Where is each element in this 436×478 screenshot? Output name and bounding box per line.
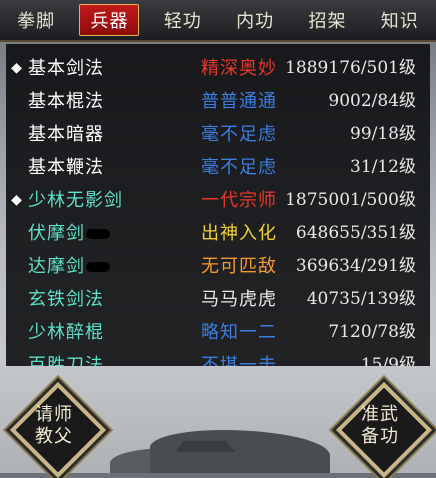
skill-row[interactable]: 少林醉棍 略知一二 7120/78级 xyxy=(6,316,430,349)
skill-level: 369634/291级 xyxy=(295,256,416,276)
skill-name: 少林无影剑 xyxy=(28,190,123,211)
skill-row[interactable]: 百胜刀法 不堪一击 15/9级 xyxy=(6,349,430,366)
skill-level: 15/9级 xyxy=(360,355,416,366)
prepare-skill-line2: 备功 xyxy=(361,426,399,447)
redacted-mark xyxy=(86,229,110,239)
tab-lightness[interactable]: 轻功 xyxy=(154,5,212,35)
skill-level: 1889176/501级 xyxy=(285,58,416,78)
skill-name: 百胜刀法 xyxy=(28,355,104,366)
skill-rank: 无可匹敌 xyxy=(201,256,277,277)
skill-row[interactable]: ◆ 基本剑法 精深奥妙 1889176/501级 xyxy=(6,52,430,85)
skill-row[interactable]: 基本鞭法 毫不足虑 31/12级 xyxy=(6,151,430,184)
tab-fist[interactable]: 拳脚 xyxy=(7,5,65,35)
skill-row[interactable]: 玄铁剑法 马马虎虎 40735/139级 xyxy=(6,283,430,316)
ask-master-line2: 教父 xyxy=(35,426,73,447)
skill-name: 基本暗器 xyxy=(28,124,104,145)
redacted-mark xyxy=(86,262,110,272)
tab-knowledge[interactable]: 知识 xyxy=(371,5,429,35)
skill-row[interactable]: 基本暗器 毫不足虑 99/18级 xyxy=(6,118,430,151)
skill-rank: 出神入化 xyxy=(201,223,277,244)
prepare-skill-button[interactable]: 准武 备功 xyxy=(335,381,433,478)
ask-master-button[interactable]: 请师 教父 xyxy=(9,381,107,478)
skill-name: 伏摩剑 xyxy=(28,223,85,244)
skill-row[interactable]: 基本棍法 普普通通 9002/84级 xyxy=(6,85,430,118)
skill-name: 基本剑法 xyxy=(28,58,104,79)
skill-row[interactable]: 伏摩剑 出神入化 648655/351级 xyxy=(6,217,430,250)
skill-level: 40735/139级 xyxy=(306,289,416,309)
skill-level: 31/12级 xyxy=(350,157,416,177)
tab-bar: 拳脚 兵器 轻功 内功 招架 知识 xyxy=(0,0,436,42)
skill-rank: 略知一二 xyxy=(201,322,277,343)
tab-weapon[interactable]: 兵器 xyxy=(79,4,140,36)
prepare-skill-line1: 准武 xyxy=(361,404,399,425)
skill-name: 基本棍法 xyxy=(28,91,104,112)
skill-rank: 毫不足虑 xyxy=(201,124,277,145)
skill-row[interactable]: ◆ 少林无影剑 一代宗师 1875001/500级 xyxy=(6,184,430,217)
skill-name: 达摩剑 xyxy=(28,256,85,277)
skill-row[interactable]: 达摩剑 无可匹敌 369634/291级 xyxy=(6,250,430,283)
skill-level: 9002/84级 xyxy=(328,91,416,111)
skill-rank: 一代宗师 xyxy=(201,190,277,211)
ask-master-line1: 请师 xyxy=(35,404,73,425)
selected-diamond-icon: ◆ xyxy=(11,60,22,76)
skill-rank: 不堪一击 xyxy=(201,355,277,366)
skill-rank: 毫不足虑 xyxy=(201,157,277,178)
skill-list: ◆ 基本剑法 精深奥妙 1889176/501级 基本棍法 普普通通 9002/… xyxy=(6,44,430,366)
skill-level: 648655/351级 xyxy=(295,223,416,243)
skill-name: 少林醉棍 xyxy=(28,322,104,343)
tab-inner[interactable]: 内功 xyxy=(226,5,284,35)
skill-rank: 精深奥妙 xyxy=(201,58,277,79)
skill-rank: 马马虎虎 xyxy=(201,289,277,310)
skill-name: 基本鞭法 xyxy=(28,157,104,178)
skill-level: 1875001/500级 xyxy=(285,190,416,210)
skill-level: 99/18级 xyxy=(350,124,416,144)
tab-parry[interactable]: 招架 xyxy=(298,5,356,35)
skill-name: 玄铁剑法 xyxy=(28,289,104,310)
skill-rank: 普普通通 xyxy=(201,91,277,112)
skill-level: 7120/78级 xyxy=(328,322,416,342)
selected-diamond-icon: ◆ xyxy=(11,192,22,208)
